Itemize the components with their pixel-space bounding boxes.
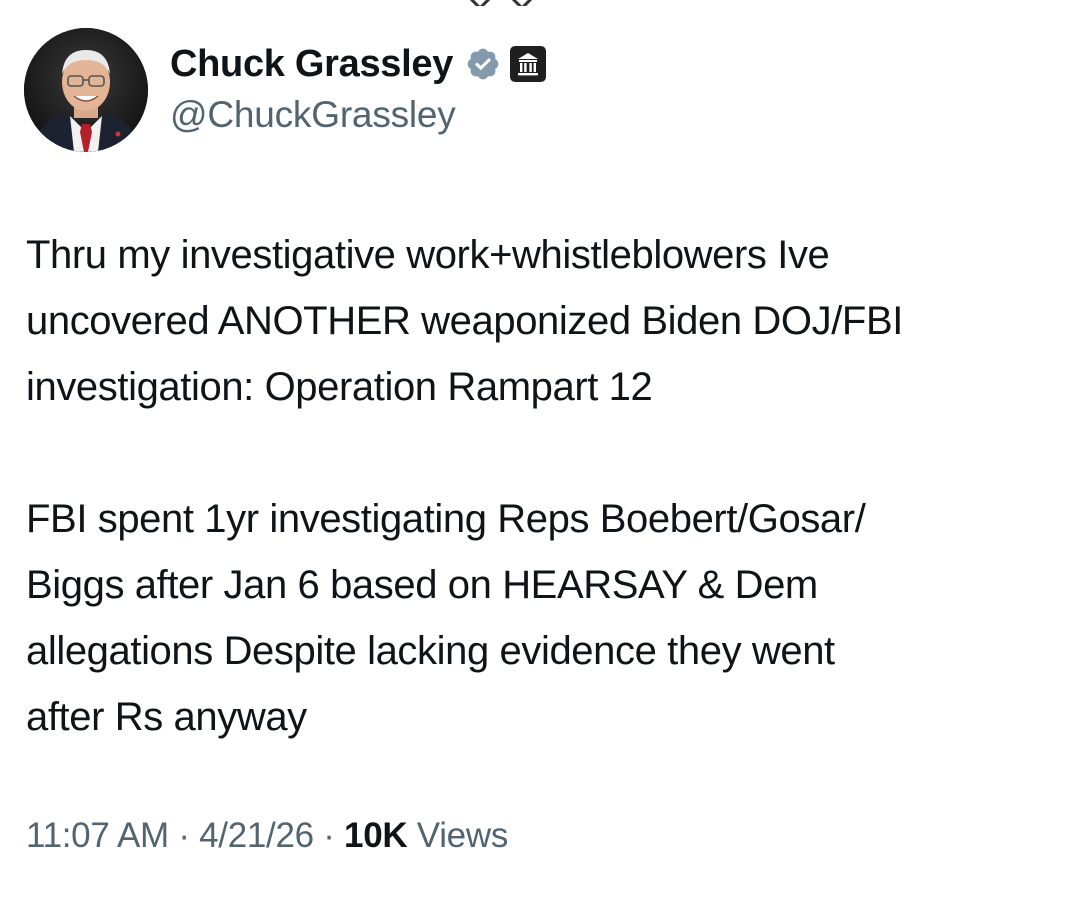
tweet-paragraph: FBI spent 1yr investigating Reps Boebert… — [26, 497, 866, 739]
views-count[interactable]: 10K — [344, 816, 408, 855]
cropped-icon — [470, 0, 495, 6]
user-handle[interactable]: @ChuckGrassley — [170, 94, 547, 136]
tweet-paragraph: Thru my investigative work+whistleblower… — [26, 233, 903, 409]
tweet-time[interactable]: 11:07 AM — [26, 816, 169, 855]
tweet-author-header: Chuck Grassley @ChuckGrassley — [24, 28, 547, 152]
meta-separator: · — [323, 816, 335, 855]
government-building-icon[interactable] — [509, 45, 547, 83]
verified-badge-icon[interactable] — [465, 46, 501, 82]
display-name-row: Chuck Grassley — [170, 40, 547, 88]
display-name[interactable]: Chuck Grassley — [170, 43, 453, 86]
author-names: Chuck Grassley @ChuckGrassley — [170, 40, 547, 136]
avatar-portrait-image — [24, 28, 148, 152]
meta-separator: · — [178, 816, 190, 855]
tweet-date[interactable]: 4/21/26 — [199, 816, 314, 855]
views-label[interactable]: Views — [417, 816, 509, 855]
top-toolbar-icons-cropped — [470, 0, 580, 6]
avatar[interactable] — [24, 28, 148, 152]
tweet-metadata: 11:07 AM · 4/21/26 · 10K Views — [26, 816, 508, 856]
tweet-body: Thru my investigative work+whistleblower… — [26, 222, 1066, 750]
cropped-icon — [507, 0, 537, 6]
